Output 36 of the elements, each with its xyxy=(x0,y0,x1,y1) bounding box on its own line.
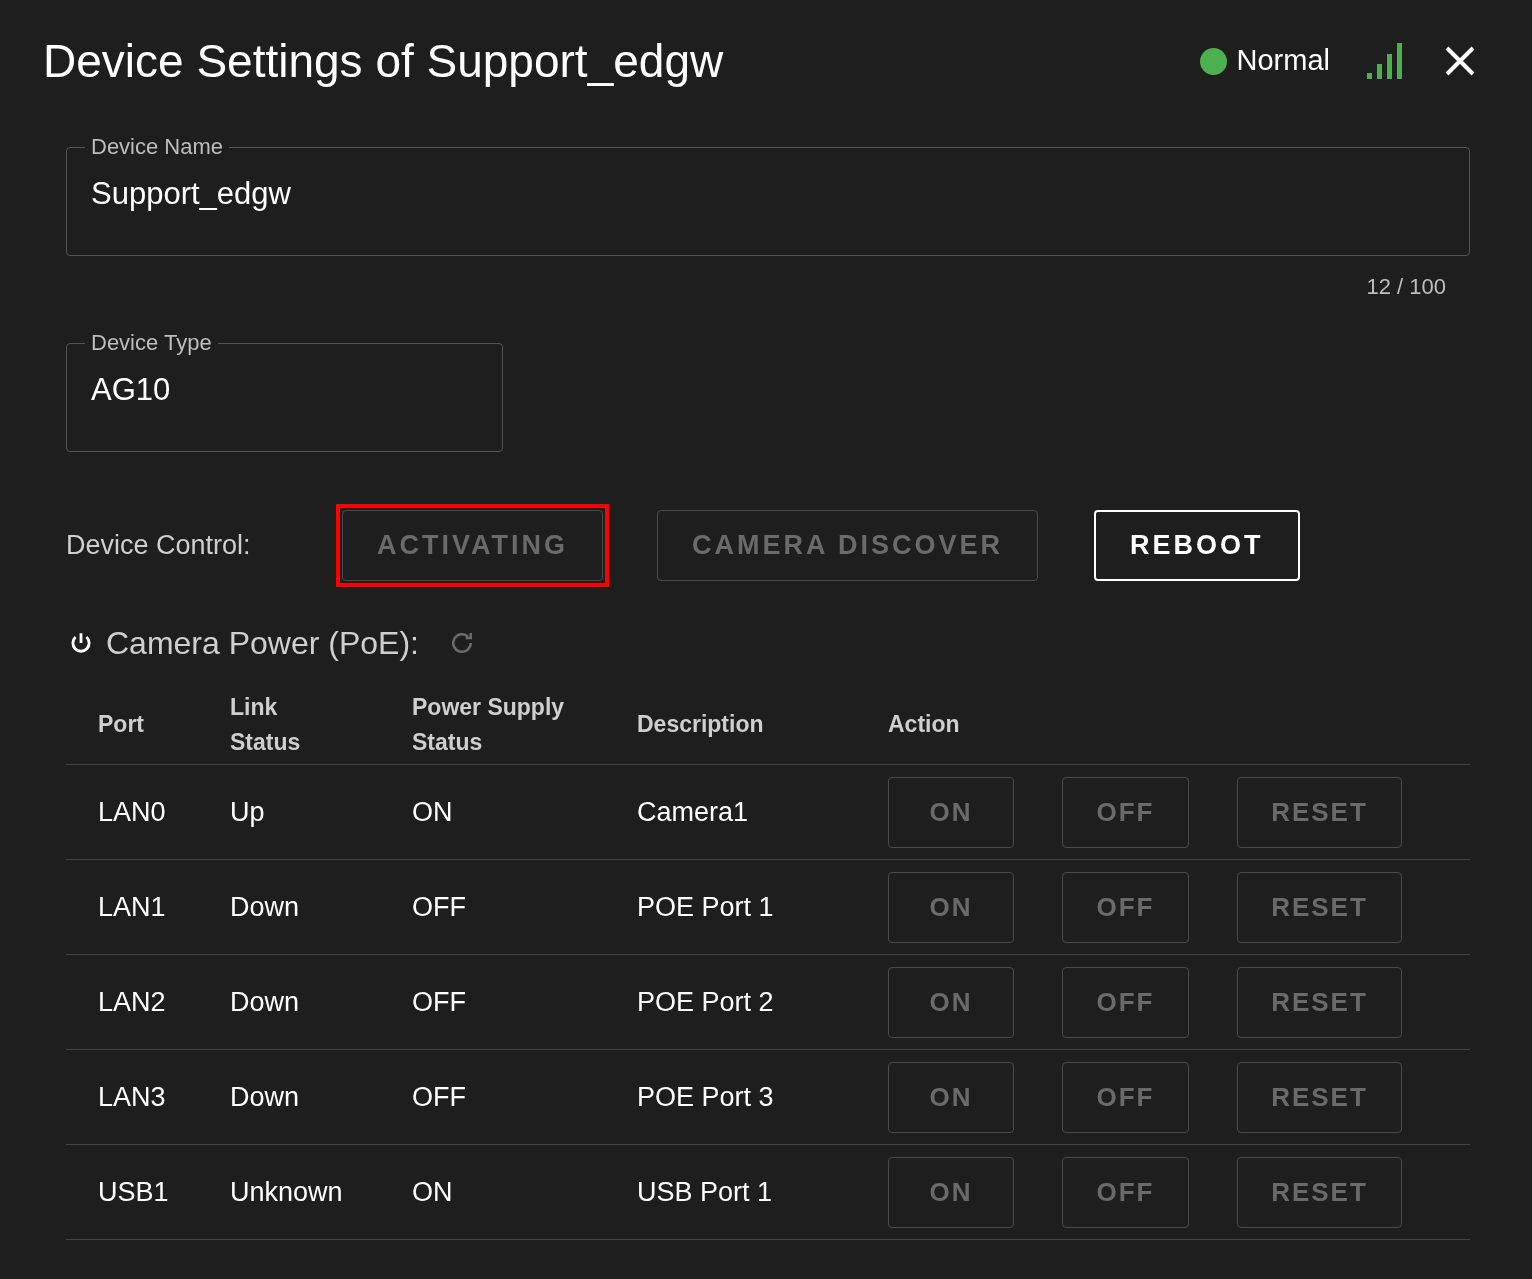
table-cell-text: OFF xyxy=(412,985,467,1019)
camera-power-label: Camera Power (PoE): xyxy=(106,624,419,663)
table-cell-text: ON xyxy=(412,1175,454,1209)
table-cell-text: USB1 xyxy=(97,1175,170,1209)
control-button[interactable]: REBOOT xyxy=(1094,510,1300,581)
character-counter: 12 / 100 xyxy=(1366,273,1446,300)
dialog-title: Device Settings of Support_edgw xyxy=(43,33,724,89)
table-cell-text: USB Port 1 xyxy=(637,1175,774,1209)
table-cell-text: Unknown xyxy=(230,1175,344,1209)
field-label: Device Name xyxy=(90,134,225,160)
status-label: Normal xyxy=(1236,43,1330,79)
table-cell-text: ON xyxy=(412,795,454,829)
table-cell-text: OFF xyxy=(412,1080,467,1114)
close-icon[interactable] xyxy=(1444,45,1476,77)
table-cell-text: Camera1 xyxy=(637,795,750,829)
table-cell-text: Down xyxy=(230,985,301,1019)
column-header: Link Status xyxy=(230,692,302,757)
field-value: AG10 xyxy=(91,371,172,409)
table-cell-text: Up xyxy=(230,795,266,829)
table-cell-text: POE Port 1 xyxy=(637,890,775,924)
column-header: Description xyxy=(637,710,765,740)
field-label: Device Type xyxy=(90,330,213,356)
table-cell-text: LAN0 xyxy=(97,795,167,829)
column-header: Power Supply Status xyxy=(412,692,566,757)
column-header: Action xyxy=(888,710,960,740)
column-header: Port xyxy=(97,710,145,740)
table-cell-text: POE Port 2 xyxy=(637,985,775,1019)
table-cell-text: LAN3 xyxy=(97,1080,167,1114)
field-value: Support_edgw xyxy=(91,175,292,213)
table-cell-text: LAN2 xyxy=(97,985,167,1019)
table-cell-text: LAN1 xyxy=(97,890,167,924)
table-cell-text: Down xyxy=(230,890,301,924)
table-cell-text: POE Port 3 xyxy=(637,1080,775,1114)
table-cell-text: OFF xyxy=(412,890,467,924)
device-control-label: Device Control: xyxy=(66,529,252,563)
table-cell-text: Down xyxy=(230,1080,301,1114)
